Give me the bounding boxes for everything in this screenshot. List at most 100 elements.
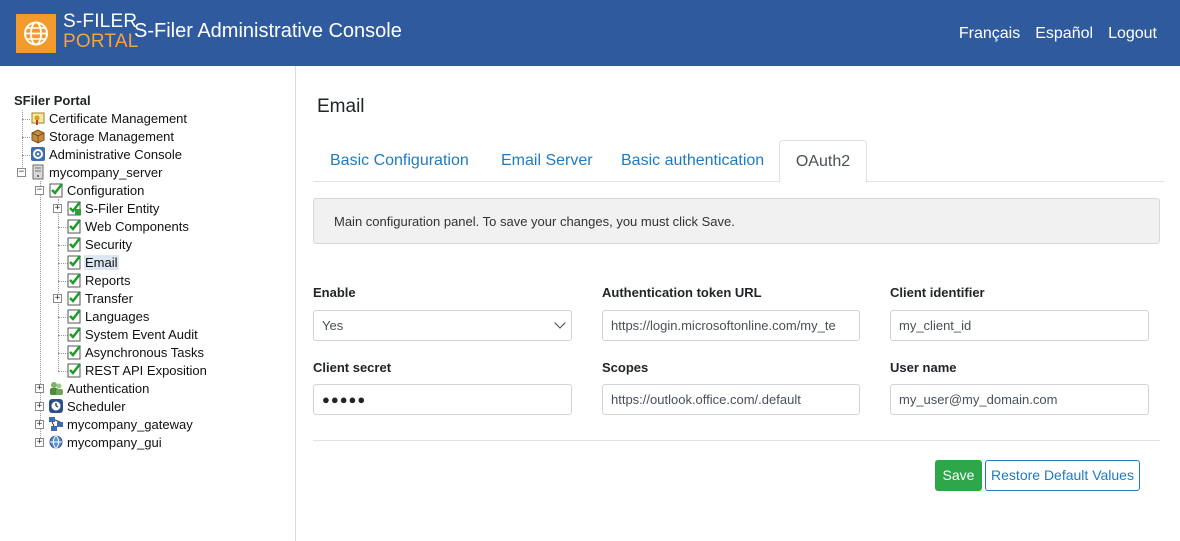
tree-item-rest-api-exposition[interactable]: REST API Exposition (66, 361, 208, 379)
checklist-icon (66, 254, 82, 270)
gear-icon (30, 146, 46, 162)
save-button[interactable]: Save (935, 460, 982, 491)
scopes-input[interactable]: https://outlook.office.com/.default (602, 384, 860, 415)
page-title: Email (317, 96, 365, 117)
expand-toggle[interactable]: + (35, 438, 44, 447)
top-links: Français Español Logout (959, 25, 1157, 43)
tree-item-label: Languages (85, 308, 150, 324)
clock-icon (48, 398, 64, 414)
token-url-input[interactable]: https://login.microsoftonline.com/my_te (602, 310, 860, 341)
chevron-down-icon (554, 317, 566, 329)
tab-bar: Basic Configuration Email Server Basic a… (313, 140, 1164, 183)
user-name-label: User name (890, 360, 957, 375)
language-french-link[interactable]: Français (959, 25, 1020, 43)
tree-item-languages[interactable]: Languages (66, 307, 150, 325)
tree-item-email[interactable]: Email (66, 253, 119, 271)
token-url-label: Authentication token URL (602, 285, 762, 300)
navigation-tree: SFiler Portal Certificate Management Sto… (0, 66, 296, 541)
tree-item-security[interactable]: Security (66, 235, 133, 253)
tree-item-label: REST API Exposition (85, 362, 207, 378)
collapse-toggle[interactable]: − (17, 168, 26, 177)
tree-connector (58, 199, 59, 371)
client-secret-input[interactable]: ●●●●● (313, 384, 572, 415)
certificate-icon (30, 110, 46, 126)
checklist-icon (66, 326, 82, 342)
expand-toggle[interactable]: + (53, 294, 62, 303)
tree-item-storage-management[interactable]: Storage Management (30, 127, 175, 145)
info-panel: Main configuration panel. To save your c… (313, 198, 1160, 244)
checklist-icon (66, 362, 82, 378)
tree-item-label: Certificate Management (49, 110, 188, 126)
entity-icon (66, 200, 82, 216)
tree-root-label: SFiler Portal (14, 93, 91, 108)
tree-item-administrative-console[interactable]: Administrative Console (30, 145, 183, 163)
tree-item-label: Scheduler (67, 398, 126, 414)
language-spanish-link[interactable]: Español (1035, 25, 1093, 43)
checklist-icon (48, 182, 64, 198)
tree-item-label: Transfer (85, 290, 133, 306)
user-name-input[interactable]: my_user@my_domain.com (890, 384, 1149, 415)
logo-line-1: S-FILER (63, 11, 138, 32)
tree-item-label: Reports (85, 272, 131, 288)
tree-item-label: mycompany_gui (67, 434, 162, 450)
tree-item-label: S-Filer Entity (85, 200, 160, 216)
checklist-icon (66, 272, 82, 288)
logo-wordmark: S-FILER PORTAL (63, 12, 138, 52)
tree-item-label: Administrative Console (49, 146, 182, 162)
tree-item-label: Web Components (85, 218, 189, 234)
tree-item-transfer[interactable]: Transfer (66, 289, 134, 307)
tree-item-mycompany-server[interactable]: mycompany_server (30, 163, 163, 181)
expand-toggle[interactable]: + (53, 204, 62, 213)
tree-item-label: mycompany_gateway (67, 416, 193, 432)
tree-item-label: Asynchronous Tasks (85, 344, 204, 360)
collapse-toggle[interactable]: − (35, 186, 44, 195)
tab-oauth2[interactable]: OAuth2 (779, 140, 867, 183)
storage-box-icon (30, 128, 46, 144)
client-id-label: Client identifier (890, 285, 985, 300)
form-divider (313, 440, 1160, 441)
tree-item-asynchronous-tasks[interactable]: Asynchronous Tasks (66, 343, 205, 361)
logout-link[interactable]: Logout (1108, 25, 1157, 43)
app-title: S-Filer Administrative Console (134, 20, 402, 42)
sfiler-portal-logo[interactable]: S-FILER PORTAL (16, 12, 138, 54)
tree-item-label: System Event Audit (85, 326, 198, 342)
server-icon (30, 164, 46, 180)
tree-item-configuration[interactable]: Configuration (48, 181, 145, 199)
tree-item-label: Email (84, 254, 119, 270)
tree-item-mycompany-gui[interactable]: mycompany_gui (48, 433, 163, 451)
enable-select[interactable]: Yes (313, 310, 572, 341)
tree-item-label: mycompany_server (49, 164, 163, 180)
tree-item-scheduler[interactable]: Scheduler (48, 397, 127, 415)
gui-icon (48, 434, 64, 450)
gateway-icon (48, 416, 64, 432)
tree-item-sfiler-entity[interactable]: S-Filer Entity (66, 199, 160, 217)
tree-item-mycompany-gateway[interactable]: mycompany_gateway (48, 415, 194, 433)
checklist-icon (66, 308, 82, 324)
client-secret-label: Client secret (313, 360, 392, 375)
scopes-label: Scopes (602, 360, 649, 375)
logo-line-2: PORTAL (63, 31, 139, 52)
tree-item-reports[interactable]: Reports (66, 271, 132, 289)
tree-item-authentication[interactable]: Authentication (48, 379, 150, 397)
tree-item-label: Authentication (67, 380, 150, 396)
tab-basic-authentication[interactable]: Basic authentication (621, 140, 764, 182)
restore-default-values-button[interactable]: Restore Default Values (985, 460, 1140, 491)
checklist-icon (66, 344, 82, 360)
expand-toggle[interactable]: + (35, 384, 44, 393)
tree-item-web-components[interactable]: Web Components (66, 217, 190, 235)
top-header: S-FILER PORTAL S-Filer Administrative Co… (0, 0, 1180, 66)
globe-icon (16, 14, 56, 53)
tree-item-label: Security (85, 236, 132, 252)
main-panel: Email Basic Configuration Email Server B… (297, 66, 1180, 541)
users-icon (48, 380, 64, 396)
tree-item-system-event-audit[interactable]: System Event Audit (66, 325, 199, 343)
expand-toggle[interactable]: + (35, 420, 44, 429)
tree-item-certificate-management[interactable]: Certificate Management (30, 109, 188, 127)
checklist-icon (66, 290, 82, 306)
tab-basic-configuration[interactable]: Basic Configuration (330, 140, 469, 182)
expand-toggle[interactable]: + (35, 402, 44, 411)
tab-email-server[interactable]: Email Server (501, 140, 593, 182)
checklist-icon (66, 236, 82, 252)
client-id-input[interactable]: my_client_id (890, 310, 1149, 341)
enable-label: Enable (313, 285, 356, 300)
